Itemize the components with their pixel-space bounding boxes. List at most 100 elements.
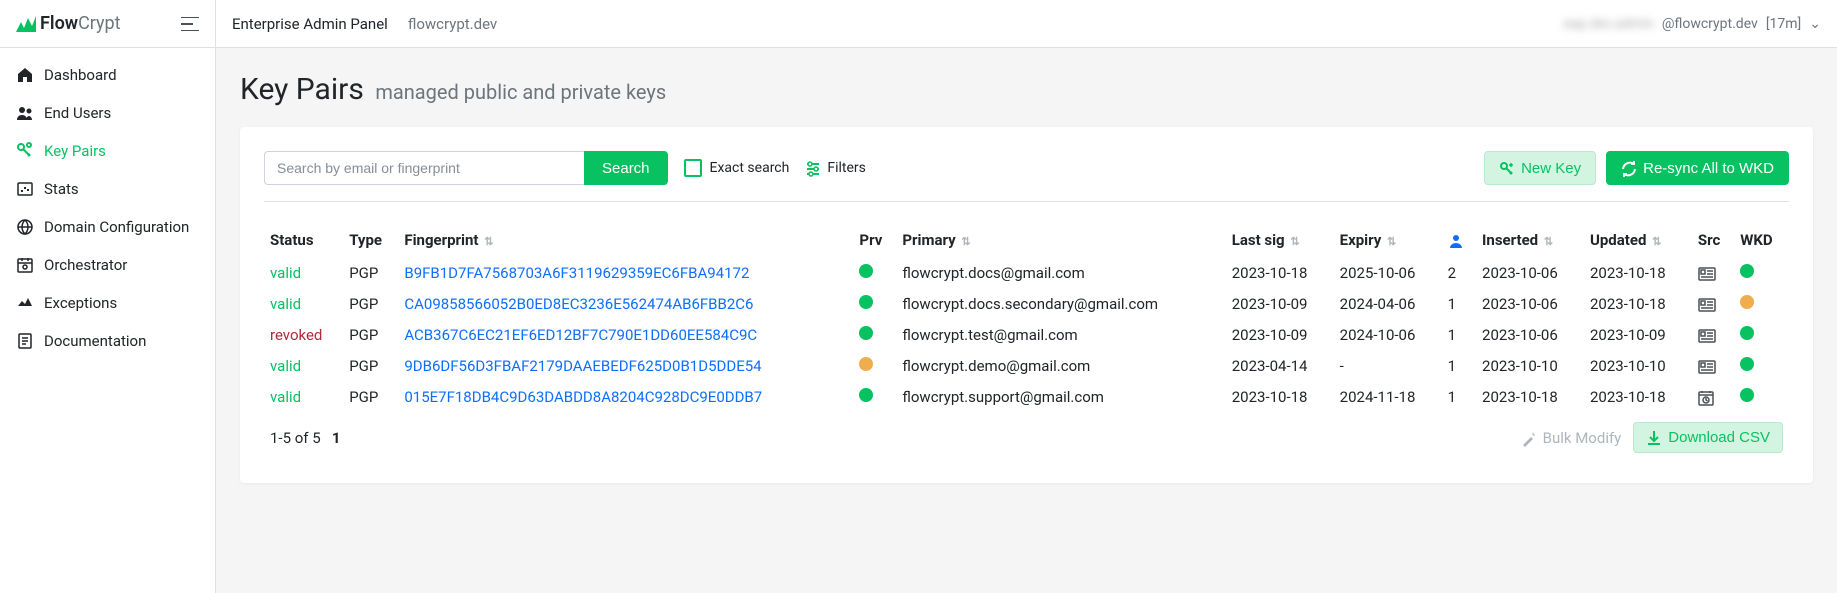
sync-icon bbox=[1621, 159, 1637, 176]
exact-search-label: Exact search bbox=[710, 160, 790, 176]
src-card-icon bbox=[1698, 325, 1716, 344]
bulk-modify-button: Bulk Modify bbox=[1521, 429, 1622, 447]
src-card-icon bbox=[1698, 294, 1716, 313]
cell-primary[interactable]: flowcrypt.test@gmail.com bbox=[896, 319, 1225, 350]
cell-status[interactable]: valid bbox=[264, 288, 343, 319]
filters-button[interactable]: Filters bbox=[805, 159, 866, 178]
th-expiry[interactable]: Expiry ⇅ bbox=[1334, 222, 1442, 257]
th-primary[interactable]: Primary ⇅ bbox=[896, 222, 1225, 257]
pagination-page[interactable]: 1 bbox=[332, 429, 341, 447]
sidebar-item-stats[interactable]: Stats bbox=[0, 170, 215, 208]
page-heading: Key Pairs managed public and private key… bbox=[240, 72, 1813, 107]
sort-icon: ⇅ bbox=[961, 235, 970, 248]
exact-search-toggle[interactable]: Exact search bbox=[684, 159, 790, 177]
sidebar-nav: Dashboard End Users Key Pairs StatsDomain C… bbox=[0, 48, 215, 360]
table-body: validPGPB9FB1D7FA7568703A6F3119629359EC6… bbox=[264, 257, 1789, 412]
cell-primary[interactable]: flowcrypt.support@gmail.com bbox=[896, 381, 1225, 412]
plus-key-icon bbox=[1499, 159, 1515, 176]
sidebar-item-exceptions[interactable]: Exceptions bbox=[0, 284, 215, 322]
wand-icon bbox=[1521, 429, 1537, 447]
cell-expiry: 2024-11-18 bbox=[1334, 381, 1442, 412]
chevron-down-icon: ⌄ bbox=[1809, 16, 1821, 32]
checkbox-icon bbox=[684, 159, 702, 177]
sidebar-item-domain-configuration[interactable]: Domain Configuration bbox=[0, 208, 215, 246]
cell-last-sig: 2023-10-18 bbox=[1226, 381, 1334, 412]
cell-status[interactable]: revoked bbox=[264, 319, 343, 350]
table-row: validPGP9DB6DF56D3FBAF2179DAAEBEDF625D0B… bbox=[264, 350, 1789, 381]
logo[interactable]: FlowCrypt bbox=[16, 13, 121, 34]
cell-type: PGP bbox=[343, 257, 398, 288]
cell-last-sig: 2023-10-18 bbox=[1226, 257, 1334, 288]
search-input[interactable] bbox=[264, 151, 584, 185]
cell-prv bbox=[853, 288, 896, 319]
cell-updated: 2023-10-18 bbox=[1584, 381, 1692, 412]
cell-primary[interactable]: flowcrypt.docs.secondary@gmail.com bbox=[896, 288, 1225, 319]
bulk-modify-label: Bulk Modify bbox=[1543, 429, 1622, 447]
sidebar-item-label: End Users bbox=[44, 104, 111, 122]
cell-primary[interactable]: flowcrypt.demo@gmail.com bbox=[896, 350, 1225, 381]
prv-dot-icon bbox=[859, 326, 873, 340]
cell-fingerprint[interactable]: CA09858566052B0ED8EC3236E562474AB6FBB2C6 bbox=[398, 288, 853, 319]
sidebar-item-documentation[interactable]: Documentation bbox=[0, 322, 215, 360]
cell-status[interactable]: valid bbox=[264, 381, 343, 412]
th-fingerprint[interactable]: Fingerprint ⇅ bbox=[398, 222, 853, 257]
menu-toggle-icon[interactable] bbox=[181, 13, 199, 34]
cell-fingerprint[interactable]: 9DB6DF56D3FBAF2179DAAEBEDF625D0B1D5DDE54 bbox=[398, 350, 853, 381]
cell-fingerprint[interactable]: 015E7F18DB4C9D63DABDD8A8204C928DC9E0DDB7 bbox=[398, 381, 853, 412]
table-row: validPGPB9FB1D7FA7568703A6F3119629359EC6… bbox=[264, 257, 1789, 288]
cell-primary[interactable]: flowcrypt.docs@gmail.com bbox=[896, 257, 1225, 288]
keys-icon bbox=[16, 142, 44, 160]
cell-status[interactable]: valid bbox=[264, 350, 343, 381]
src-card-icon bbox=[1698, 263, 1716, 282]
user-domain: @flowcrypt.dev bbox=[1662, 16, 1758, 32]
cell-prv bbox=[853, 381, 896, 412]
cell-src bbox=[1692, 257, 1734, 288]
cell-status[interactable]: valid bbox=[264, 257, 343, 288]
th-last-sig[interactable]: Last sig ⇅ bbox=[1226, 222, 1334, 257]
cell-src bbox=[1692, 288, 1734, 319]
cell-person-count: 2 bbox=[1442, 257, 1476, 288]
user-menu[interactable]: eap.dev.admin@flowcrypt.dev [17m] ⌄ bbox=[1563, 16, 1821, 32]
sidebar-item-label: Orchestrator bbox=[44, 256, 127, 274]
calendar-icon bbox=[16, 256, 44, 274]
cell-prv bbox=[853, 319, 896, 350]
prv-dot-icon bbox=[859, 388, 873, 402]
prv-dot-icon bbox=[859, 295, 873, 309]
sidebar-item-label: Key Pairs bbox=[44, 142, 106, 160]
cell-inserted: 2023-10-18 bbox=[1476, 381, 1584, 412]
filters-label: Filters bbox=[827, 160, 866, 176]
logo-text-flow: Flow bbox=[40, 13, 78, 34]
stats-icon bbox=[16, 180, 44, 198]
search-button[interactable]: Search bbox=[584, 151, 668, 185]
sidebar-item-key-pairs[interactable]: Key Pairs bbox=[0, 132, 215, 170]
cell-src bbox=[1692, 319, 1734, 350]
cell-inserted: 2023-10-06 bbox=[1476, 257, 1584, 288]
cell-src bbox=[1692, 350, 1734, 381]
sidebar-item-label: Exceptions bbox=[44, 294, 117, 312]
sidebar-item-dashboard[interactable]: Dashboard bbox=[0, 56, 215, 94]
user-prefix: eap.dev.admin bbox=[1563, 16, 1654, 32]
key-pairs-table: Status Type Fingerprint ⇅ Prv Primary ⇅ … bbox=[264, 222, 1789, 459]
cell-wkd bbox=[1734, 257, 1789, 288]
th-inserted[interactable]: Inserted ⇅ bbox=[1476, 222, 1584, 257]
new-key-button[interactable]: New Key bbox=[1484, 151, 1596, 184]
table-row: revokedPGPACB367C6EC21EF6ED12BF7C790E1DD… bbox=[264, 319, 1789, 350]
th-status: Status bbox=[264, 222, 343, 257]
topbar-domain[interactable]: flowcrypt.dev bbox=[408, 15, 497, 33]
cell-expiry: - bbox=[1334, 350, 1442, 381]
th-updated[interactable]: Updated ⇅ bbox=[1584, 222, 1692, 257]
cell-type: PGP bbox=[343, 350, 398, 381]
cell-fingerprint[interactable]: ACB367C6EC21EF6ED12BF7C790E1DD60EE584C9C bbox=[398, 319, 853, 350]
th-type: Type bbox=[343, 222, 398, 257]
resync-wkd-button[interactable]: Re-sync All to WKD bbox=[1606, 151, 1789, 184]
sidebar-item-orchestrator[interactable]: Orchestrator bbox=[0, 246, 215, 284]
cell-fingerprint[interactable]: B9FB1D7FA7568703A6F3119629359EC6FBA94172 bbox=[398, 257, 853, 288]
new-key-label: New Key bbox=[1521, 160, 1581, 177]
cell-person-count: 1 bbox=[1442, 350, 1476, 381]
filters-icon bbox=[805, 159, 821, 178]
topbar: Enterprise Admin Panel flowcrypt.dev eap… bbox=[216, 0, 1837, 48]
page-subtitle: managed public and private keys bbox=[375, 80, 666, 104]
download-csv-button[interactable]: Download CSV bbox=[1633, 422, 1783, 453]
sidebar-item-end-users[interactable]: End Users bbox=[0, 94, 215, 132]
topbar-title: Enterprise Admin Panel bbox=[232, 15, 388, 33]
